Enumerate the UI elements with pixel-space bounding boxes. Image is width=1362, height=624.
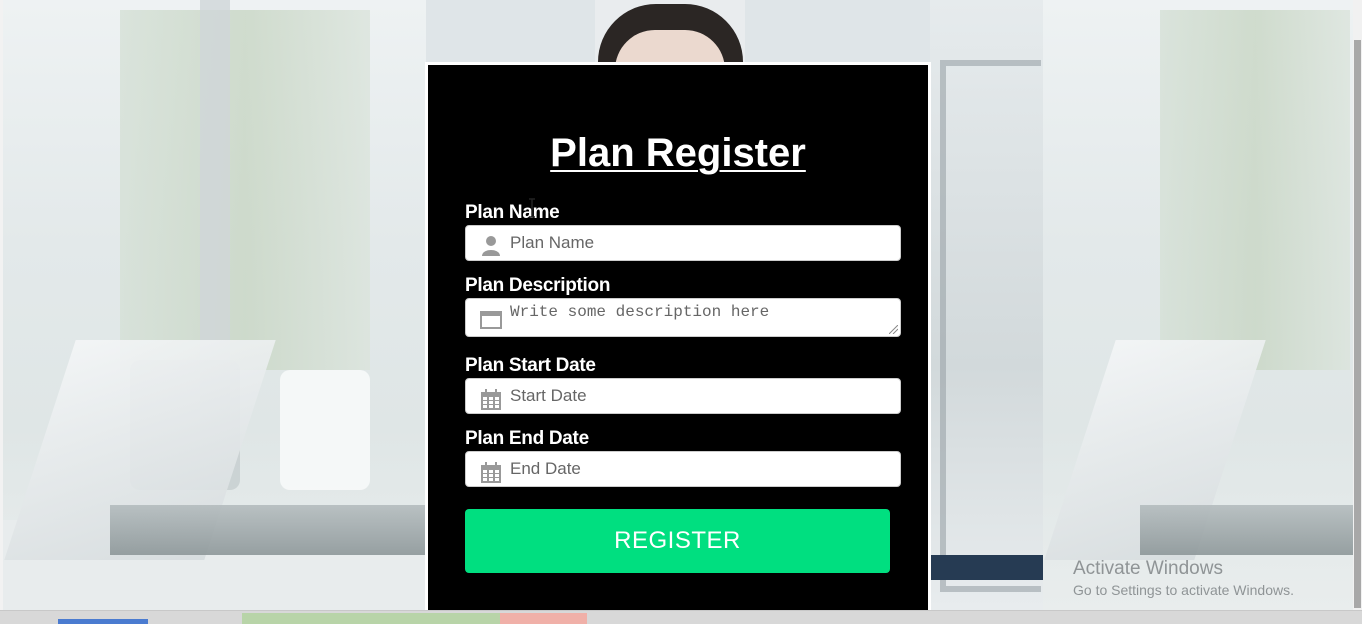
activate-windows-subtitle: Go to Settings to activate Windows. <box>1073 582 1294 598</box>
window-icon <box>480 311 502 329</box>
plan-description-field[interactable] <box>465 298 901 337</box>
plan-end-date-label: Plan End Date <box>465 428 589 449</box>
scrollbar-thumb[interactable] <box>1354 40 1361 608</box>
plan-register-form: Plan Register Plan Name Plan Description… <box>425 62 931 612</box>
form-title: Plan Register <box>550 131 806 175</box>
text-cursor-icon <box>529 198 535 218</box>
plan-name-label: Plan Name <box>465 202 560 223</box>
plan-start-date-field[interactable] <box>465 378 901 414</box>
user-icon <box>482 236 500 256</box>
bottom-taskbar-strip <box>0 610 1362 624</box>
calendar-icon <box>481 462 501 483</box>
plan-end-date-field[interactable] <box>465 451 901 487</box>
plan-name-input[interactable] <box>510 226 890 260</box>
activate-windows-title: Activate Windows <box>1073 558 1223 579</box>
calendar-icon <box>481 389 501 410</box>
plan-end-date-input[interactable] <box>510 452 890 486</box>
plan-name-field[interactable] <box>465 225 901 261</box>
plan-start-date-label: Plan Start Date <box>465 355 596 376</box>
resize-grip-icon[interactable] <box>889 325 898 334</box>
page-scrollbar[interactable] <box>1353 0 1362 610</box>
plan-start-date-input[interactable] <box>510 379 890 413</box>
plan-description-label: Plan Description <box>465 275 611 296</box>
register-button[interactable]: REGISTER <box>465 509 890 573</box>
plan-description-input[interactable] <box>510 303 890 333</box>
activate-windows-watermark: Activate Windows Go to Settings to activ… <box>1073 558 1294 600</box>
